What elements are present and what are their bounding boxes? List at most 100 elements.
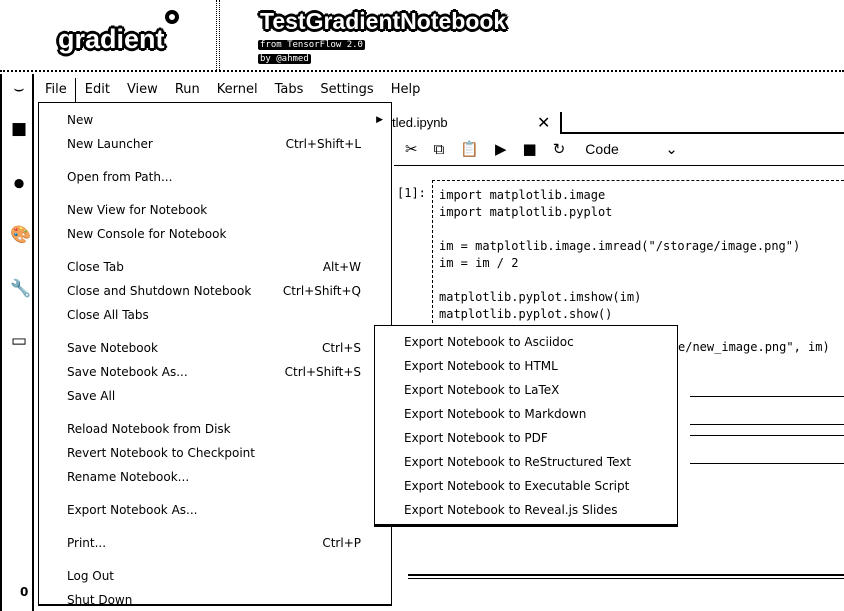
file-menu-item[interactable]: Close and Shutdown Notebook Ctrl+Shift+Q <box>67 280 361 302</box>
menu-item-shortcut: Alt+W <box>322 260 361 274</box>
cell-border <box>690 463 844 464</box>
tab-bar-border <box>562 132 844 134</box>
tabs-icon[interactable]: ▭ <box>10 332 28 350</box>
header-border <box>0 70 844 72</box>
file-menu-item[interactable]: Save Notebook As... Ctrl+Shift+S <box>67 361 361 383</box>
file-menu-item[interactable]: Save Notebook Ctrl+S <box>67 337 361 359</box>
code-line: matplotlib.pyplot.show() <box>439 307 613 321</box>
export-menu-item[interactable]: Export Notebook to Executable Script <box>404 475 629 497</box>
menu-item-shortcut: Ctrl+S <box>321 341 361 355</box>
file-menu: New ▶ New Launcher Ctrl+Shift+L Open from Pa… <box>38 102 392 607</box>
status-count: 0 <box>20 585 29 599</box>
export-menu-item[interactable]: Export Notebook to Asciidoc <box>404 331 574 353</box>
file-menu-item[interactable]: Print... Ctrl+P <box>67 532 361 554</box>
file-menu-item[interactable]: New ▶ <box>67 109 383 131</box>
menu-item-label: New Launcher <box>67 137 153 151</box>
file-menu-item[interactable]: Close All Tabs <box>67 304 361 326</box>
menu-view[interactable]: View <box>118 78 166 102</box>
menu-settings[interactable]: Settings <box>311 78 381 102</box>
file-menu-item[interactable]: New Console for Notebook <box>67 223 361 245</box>
cell-border <box>690 435 844 436</box>
menu-item-label: Save Notebook As... <box>67 365 188 379</box>
menu-item-label: New <box>67 113 94 127</box>
export-menu-item[interactable]: Export Notebook to LaTeX <box>404 379 559 401</box>
menu-item-label: Close All Tabs <box>67 308 149 322</box>
menu-item-label: Rename Notebook... <box>67 470 190 484</box>
folder-icon[interactable]: ■ <box>10 120 28 138</box>
close-icon[interactable]: ✕ <box>537 113 550 133</box>
menu-item-label: Print... <box>67 536 107 550</box>
export-menu-item[interactable]: Export Notebook to Reveal.js Slides <box>404 499 618 521</box>
file-menu-item[interactable]: Shut Down <box>67 589 361 611</box>
menu-item-label: Save Notebook <box>67 341 158 355</box>
menu-item-label: Shut Down <box>67 593 133 607</box>
menu-item-label: New View for Notebook <box>67 203 208 217</box>
menu-file[interactable]: File <box>36 78 76 102</box>
run-icon[interactable]: ▶ <box>495 140 507 158</box>
menu-edit[interactable]: Edit <box>76 78 118 102</box>
file-menu-item[interactable]: Log Out <box>67 565 361 587</box>
submenu-arrow-icon: ▶ <box>376 115 383 125</box>
export-menu-item[interactable]: Export Notebook to ReStructured Text <box>404 451 631 473</box>
code-line: im = matplotlib.image.imread("/storage/i… <box>439 239 801 253</box>
notebook-bottom-border <box>408 574 844 579</box>
stop-icon[interactable]: ■ <box>523 140 537 158</box>
menu-kernel[interactable]: Kernel <box>208 78 266 102</box>
left-sidebar: ⌣ ■ ⏺ 🎨 🔧 ▭ <box>0 74 34 611</box>
cut-icon[interactable]: ✂ <box>405 140 418 158</box>
menu-item-label: New Console for Notebook <box>67 227 227 241</box>
notebook-toolbar: ✂ ⧉ 📋 ▶ ■ ↻ Code ⌄ <box>405 139 678 159</box>
menu-item-label: Close Tab <box>67 260 124 274</box>
menu-run[interactable]: Run <box>166 78 208 102</box>
file-menu-item[interactable]: Export Notebook As...▶ <box>67 499 383 521</box>
menu-item-label: Log Out <box>67 569 115 583</box>
paste-icon[interactable]: 📋 <box>460 140 479 158</box>
notebook-subtitle: from TensorFlow 2.0 <box>258 40 365 50</box>
copy-icon[interactable]: ⧉ <box>434 140 445 158</box>
menu-item-label: Reload Notebook from Disk <box>67 422 231 436</box>
menu-help[interactable]: Help <box>382 78 429 102</box>
menu-item-shortcut: Ctrl+Shift+S <box>284 365 361 379</box>
cell-border <box>690 396 844 397</box>
file-menu-item[interactable]: Revert Notebook to Checkpoint <box>67 442 361 464</box>
chevron-down-icon[interactable]: ⌄ <box>665 140 678 158</box>
file-menu-item[interactable]: Reload Notebook from Disk <box>67 418 361 440</box>
notebook-author: by @ahmed <box>258 54 311 64</box>
export-menu-item[interactable]: Export Notebook to HTML <box>404 355 558 377</box>
menu-tabs[interactable]: Tabs <box>266 78 312 102</box>
logo-dot-icon <box>165 10 179 24</box>
menu-item-shortcut: Ctrl+P <box>322 536 361 550</box>
gradient-logo: gradient <box>58 24 165 54</box>
menu-item-label: Save All <box>67 389 116 403</box>
restart-icon[interactable]: ↻ <box>553 140 566 158</box>
jupyter-logo-icon[interactable]: ⌣ <box>10 80 28 98</box>
export-menu-item[interactable]: Export Notebook to PDF <box>404 427 548 449</box>
code-line: im = im / 2 <box>439 256 519 270</box>
file-menu-item[interactable]: New View for Notebook <box>67 199 361 221</box>
file-menu-item[interactable]: Open from Path... <box>67 166 361 188</box>
cell-prompt: [1]: <box>397 186 426 200</box>
menu-item-shortcut: Ctrl+Shift+Q <box>282 284 361 298</box>
file-menu-item[interactable]: Rename Notebook... <box>67 466 361 488</box>
menu-item-label: Revert Notebook to Checkpoint <box>67 446 255 460</box>
code-line: import matplotlib.pyplot <box>439 205 613 219</box>
code-cell[interactable]: import matplotlib.image import matplotlib… <box>432 180 844 328</box>
menu-item-shortcut: Ctrl+Shift+L <box>285 137 361 151</box>
file-menu-item[interactable]: Close Tab Alt+W <box>67 256 361 278</box>
menu-item-label: Open from Path... <box>67 170 173 184</box>
tab-label: tled.ipynb <box>392 115 448 130</box>
notebook-title: TestGradientNotebook <box>260 8 507 34</box>
export-menu-item[interactable]: Export Notebook to Markdown <box>404 403 586 425</box>
wrench-icon[interactable]: 🔧 <box>10 280 31 298</box>
cell-type-select[interactable]: Code <box>585 141 649 157</box>
stop-circle-icon[interactable]: ⏺ <box>10 173 28 193</box>
notebook-tab[interactable]: tled.ipynb ✕ <box>392 112 562 134</box>
code-line: matplotlib.pyplot.imshow(im) <box>439 290 642 304</box>
palette-icon[interactable]: 🎨 <box>10 226 31 244</box>
code-line: import matplotlib.image <box>439 188 606 202</box>
menubar: File Edit View Run Kernel Tabs Settings … <box>36 78 428 102</box>
file-menu-item[interactable]: Save All <box>67 385 361 407</box>
file-menu-item[interactable]: New Launcher Ctrl+Shift+L <box>67 133 361 155</box>
